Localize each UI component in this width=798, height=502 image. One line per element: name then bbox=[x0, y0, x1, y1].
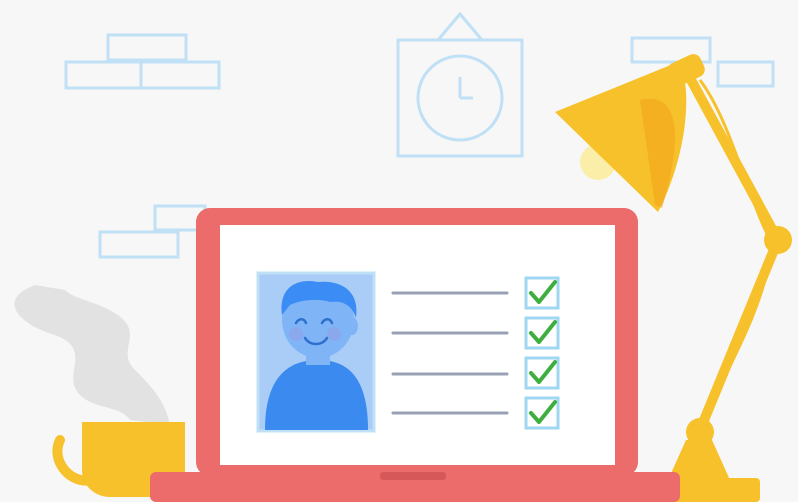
avatar bbox=[256, 271, 376, 433]
illustration-scene bbox=[0, 0, 798, 502]
laptop-icon bbox=[150, 208, 680, 502]
laptop-notch bbox=[380, 472, 446, 480]
illustration-svg bbox=[0, 0, 798, 502]
